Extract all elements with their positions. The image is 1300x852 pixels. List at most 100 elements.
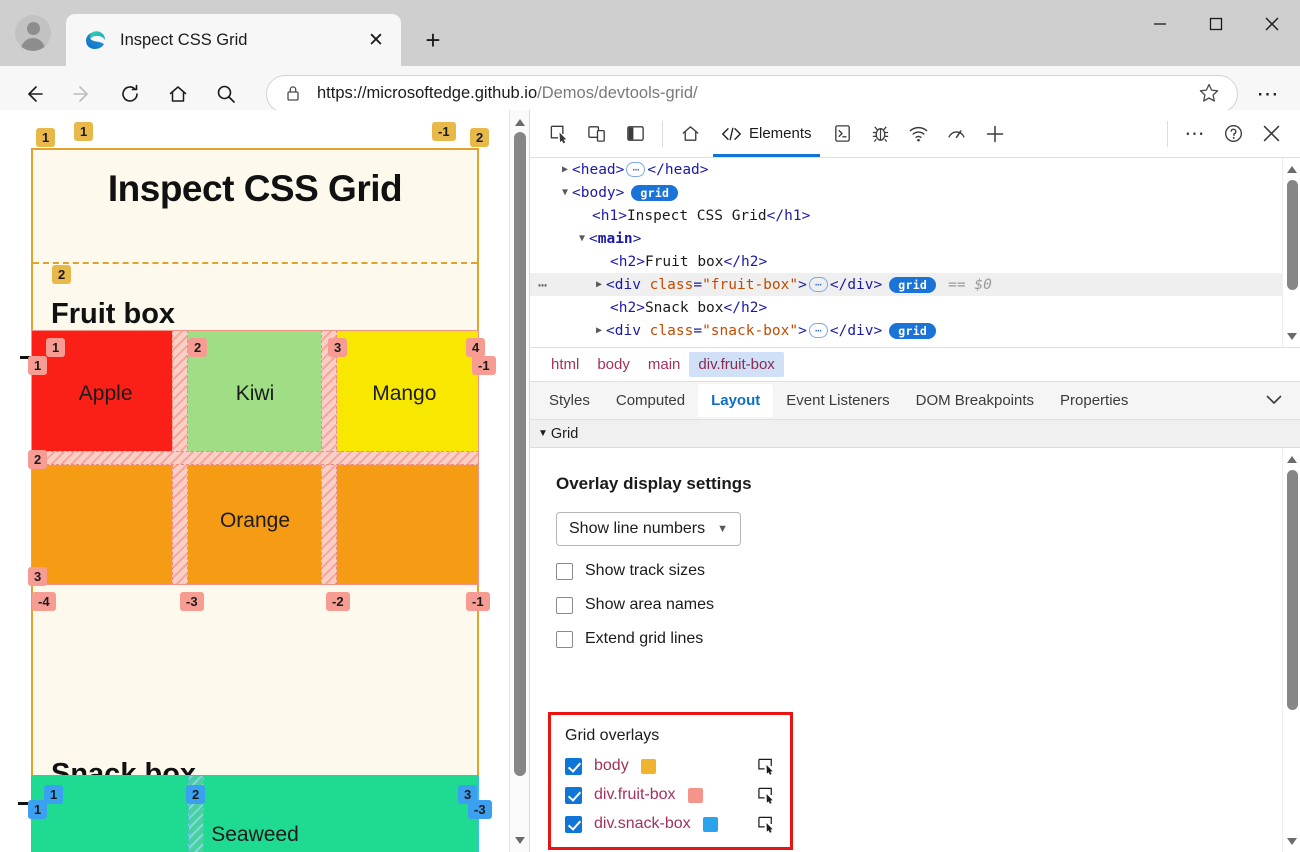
section-caret-icon[interactable]: ▼ [538,428,548,439]
performance-icon[interactable] [938,115,976,153]
chevron-down-icon[interactable] [1248,392,1300,410]
overlay-name: body [594,757,629,775]
device-emulation-icon[interactable] [578,115,616,153]
close-icon[interactable]: ✕ [361,25,391,55]
checkbox-show-track-sizes[interactable]: Show track sizes [556,562,1300,580]
scrollbar-thumb[interactable] [1287,180,1298,290]
dom-row-h1[interactable]: <h1>Inspect CSS Grid</h1> [530,204,1300,227]
dom-row-h2-snack[interactable]: <h2>Snack box</h2> [530,296,1300,319]
help-icon[interactable] [1214,115,1252,153]
grid-section-header[interactable]: ▼ Grid [530,420,1300,448]
window-controls [1132,0,1300,48]
window-close-icon[interactable] [1244,0,1300,48]
dom-tree[interactable]: ▶ <head> ⋯ </head> ▼ <body> grid <h1>Ins… [530,158,1300,348]
toolbar-divider [662,121,663,147]
select-element-icon[interactable] [757,815,776,833]
snack-box-grid-overlay: Seaweed [31,775,479,852]
dom-row-head[interactable]: ▶ <head> ⋯ </head> [530,158,1300,181]
dom-row-snack-box[interactable]: ▶ <div class="snack-box"> ⋯ </div> grid [530,319,1300,342]
new-tab-button[interactable]: + [411,18,455,62]
dom-row-h2-fruit[interactable]: <h2>Fruit box</h2> [530,250,1300,273]
devtools-panel: Elements ⋯ [530,110,1300,852]
select-element-icon[interactable] [757,786,776,804]
ellipsis-icon[interactable]: ⋯ [809,323,828,338]
debugger-icon[interactable] [862,115,900,153]
tab-properties[interactable]: Properties [1047,384,1141,417]
checkbox-icon[interactable] [556,631,573,648]
tab-styles[interactable]: Styles [536,384,603,417]
scroll-up-icon[interactable] [1283,450,1300,468]
back-icon[interactable] [12,72,56,116]
dom-tag-name: main [598,231,633,247]
more-tools-icon[interactable]: ⋯ [1176,115,1214,153]
scroll-down-icon[interactable] [1283,327,1300,345]
search-icon[interactable] [204,72,248,116]
breadcrumb-item-html[interactable]: html [542,352,588,377]
browser-tab[interactable]: Inspect CSS Grid ✕ [66,14,401,66]
overlay-row-fruit-box[interactable]: div.fruit-box [565,786,776,804]
forward-icon[interactable] [60,72,104,116]
line-mode-select[interactable]: Show line numbers ▼ [556,512,741,546]
checkbox-icon[interactable] [565,787,582,804]
tab-layout[interactable]: Layout [698,384,773,417]
star-icon[interactable] [1197,81,1223,107]
overlay-name: div.fruit-box [594,786,676,804]
checkbox-icon[interactable] [565,758,582,775]
dom-row-fruit-box[interactable]: ⋯ ▶ <div class="fruit-box"> ⋯ </div> gri… [530,273,1300,296]
scroll-down-icon[interactable] [1283,832,1300,850]
tab-elements[interactable]: Elements [709,111,824,157]
checkbox-icon[interactable] [556,597,573,614]
dom-row-body[interactable]: ▼ <body> grid [530,181,1300,204]
breadcrumb-item-main[interactable]: main [639,352,690,377]
overlay-row-body[interactable]: body [565,757,776,775]
devtools-home-icon[interactable] [671,115,709,153]
console-icon[interactable] [824,115,862,153]
overlay-row-snack-box[interactable]: div.snack-box [565,815,776,833]
breadcrumb-item-body[interactable]: body [588,352,639,377]
home-icon[interactable] [156,72,200,116]
tab-dom-breakpoints[interactable]: DOM Breakpoints [903,384,1047,417]
profile-button[interactable] [0,0,66,66]
scroll-up-icon[interactable] [1283,160,1300,178]
reload-icon[interactable] [108,72,152,116]
expand-triangle-icon[interactable]: ▶ [592,325,606,336]
ellipsis-icon[interactable]: ⋯ [626,162,645,177]
scrollbar-thumb[interactable] [514,132,526,776]
page-scrollbar[interactable] [509,110,529,852]
line-mode-select-value: Show line numbers [569,520,705,538]
add-panel-icon[interactable] [976,115,1014,153]
checkbox-icon[interactable] [565,816,582,833]
expand-triangle-icon[interactable]: ▶ [558,164,572,175]
select-element-icon[interactable] [757,757,776,775]
close-devtools-icon[interactable] [1252,115,1290,153]
dom-close-tag: div [847,277,873,293]
checkbox-show-area-names[interactable]: Show area names [556,596,1300,614]
scrollbar-thumb[interactable] [1287,470,1298,710]
maximize-icon[interactable] [1188,0,1244,48]
grid-badge[interactable]: grid [631,185,678,201]
grid-badge[interactable]: grid [889,323,936,339]
collapse-triangle-icon[interactable]: ▼ [575,233,589,244]
scroll-down-icon[interactable] [510,830,530,850]
row-actions-icon[interactable]: ⋯ [538,276,548,294]
grid-badge[interactable]: grid [889,277,936,293]
dock-side-icon[interactable] [616,115,654,153]
inspect-element-icon[interactable] [540,115,578,153]
layout-scrollbar[interactable] [1282,448,1300,852]
dom-row-main[interactable]: ▼ <main> [530,227,1300,250]
checkbox-extend-grid-lines[interactable]: Extend grid lines [556,630,1300,648]
tab-computed[interactable]: Computed [603,384,698,417]
dom-scrollbar[interactable] [1282,158,1300,347]
browser-more-icon[interactable]: ⋯ [1248,74,1288,114]
checkbox-icon[interactable] [556,563,573,580]
body-grid-row-line [33,262,477,264]
minimize-icon[interactable] [1132,0,1188,48]
expand-triangle-icon[interactable]: ▶ [592,279,606,290]
breadcrumb-item-fruit-box[interactable]: div.fruit-box [689,352,783,377]
tab-event-listeners[interactable]: Event Listeners [773,384,902,417]
collapse-triangle-icon[interactable]: ▼ [558,187,572,198]
address-bar[interactable]: https://microsoftedge.github.io/Demos/de… [266,75,1238,113]
scroll-up-icon[interactable] [510,112,530,132]
network-icon[interactable] [900,115,938,153]
ellipsis-icon[interactable]: ⋯ [809,277,828,292]
